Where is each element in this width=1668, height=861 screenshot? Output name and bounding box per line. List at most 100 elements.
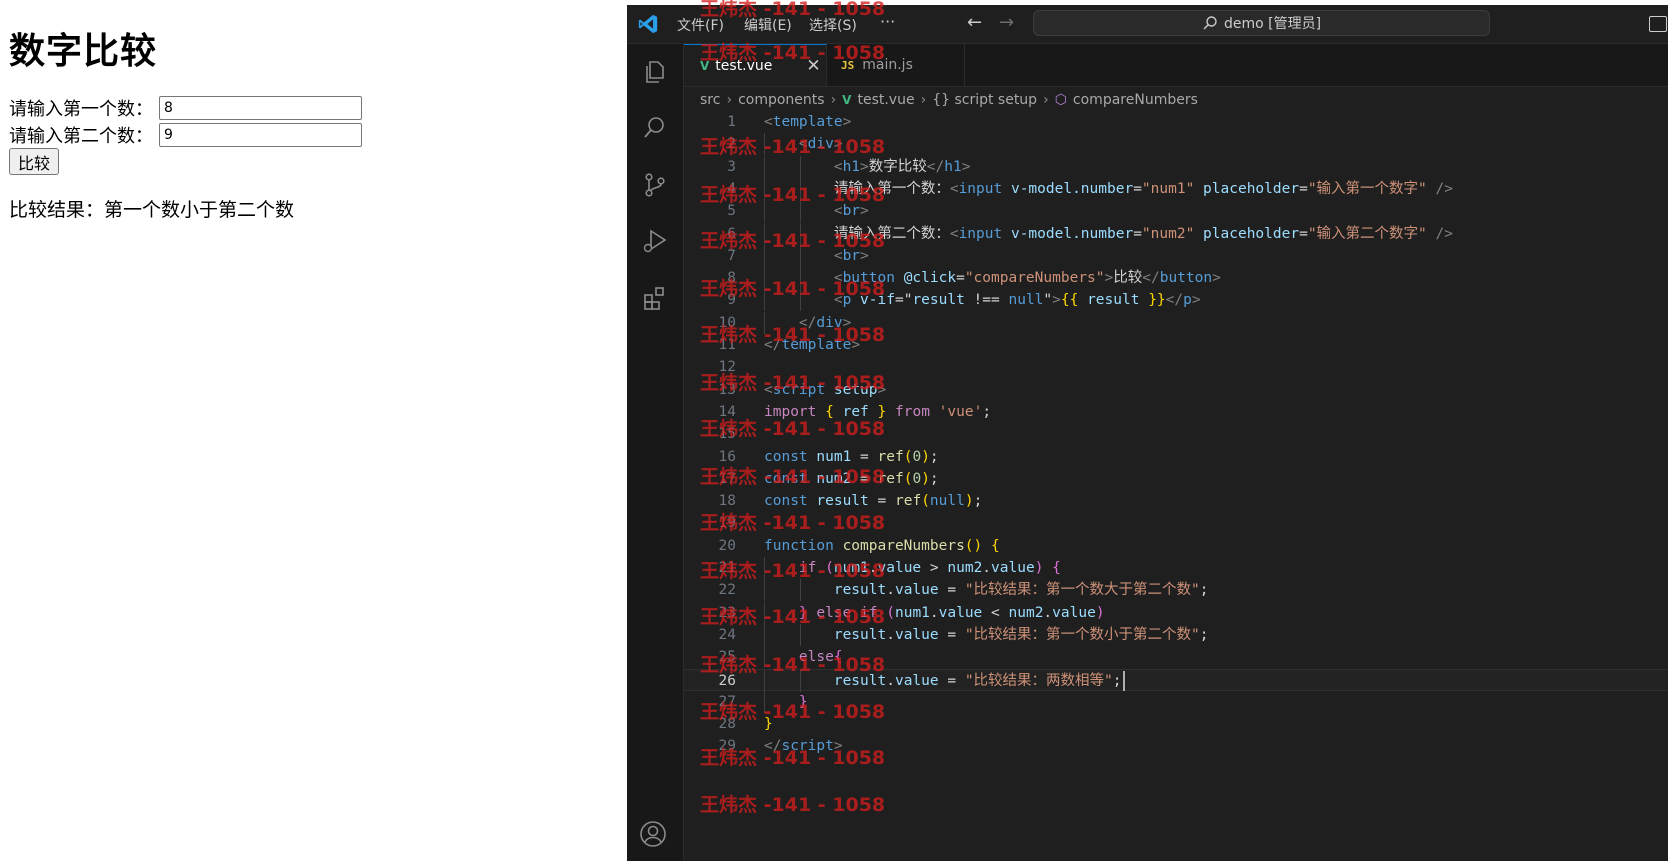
- menu-selection[interactable]: 选择(S): [809, 15, 857, 35]
- code-line: 6 请输入第二个数：<input v-model.number="num2" p…: [684, 222, 1668, 245]
- explorer-icon[interactable]: [641, 58, 669, 86]
- line-number: 11: [718, 337, 736, 353]
- code-line: 2 <div>: [684, 133, 1668, 156]
- line-number: 7: [727, 247, 736, 264]
- breadcrumb-components[interactable]: components: [738, 92, 825, 108]
- tab-test-vue[interactable]: V test.vue ✕: [684, 44, 827, 86]
- code-text: if (num1.value > num2.value) {: [798, 560, 1061, 576]
- tab-main-js[interactable]: JS main.js: [827, 44, 965, 86]
- first-number-input[interactable]: [159, 96, 362, 120]
- breadcrumb-src[interactable]: src: [700, 92, 720, 108]
- code-text: </div>: [798, 314, 852, 331]
- line-number: 19: [718, 515, 736, 532]
- indent-guide: [764, 267, 765, 290]
- indent-guide: [764, 222, 765, 245]
- indent-guide: [764, 311, 765, 334]
- line-number: 21: [718, 560, 736, 576]
- first-number-row: 请输入第一个数：: [9, 95, 362, 121]
- second-number-row: 请输入第二个数：: [9, 122, 362, 148]
- accounts-icon[interactable]: [639, 820, 667, 848]
- line-number: 13: [718, 381, 736, 398]
- code-text: <button @click="compareNumbers">比较</butt…: [833, 270, 1221, 287]
- code-text: <br>: [833, 247, 869, 264]
- line-number: 2: [727, 136, 736, 153]
- breadcrumb-file[interactable]: test.vue: [857, 92, 914, 108]
- vue-icon: V: [700, 58, 710, 73]
- second-number-label: 请输入第二个数：: [9, 126, 153, 147]
- chevron-right-icon: ›: [920, 92, 927, 108]
- extensions-icon[interactable]: [641, 284, 669, 312]
- line-number: 14: [718, 403, 736, 420]
- chevron-right-icon: ›: [726, 92, 733, 108]
- code-text: function compareNumbers() {: [764, 537, 1000, 554]
- text-cursor: [1123, 670, 1125, 691]
- run-debug-icon[interactable]: [641, 227, 669, 255]
- search-sidebar-icon[interactable]: [641, 114, 669, 142]
- code-line: 27 }: [684, 690, 1668, 713]
- indent-guide: [799, 244, 801, 267]
- code-line: 8 <button @click="compareNumbers">比较</bu…: [684, 267, 1668, 290]
- indent-guide: [799, 669, 801, 692]
- code-line: 4 请输入第一个数：<input v-model.number="num1" p…: [684, 177, 1668, 200]
- line-number: 17: [718, 470, 736, 487]
- line-number: 26: [718, 672, 736, 689]
- code-text: <script setup>: [764, 381, 887, 398]
- code-line: 12: [684, 356, 1668, 378]
- indent-guide: [764, 133, 765, 156]
- menu-more[interactable]: ···: [880, 12, 895, 31]
- second-number-input[interactable]: [159, 123, 362, 147]
- code-line: 18 const result = ref(null);: [684, 490, 1668, 512]
- indent-guide: [764, 669, 765, 692]
- comparison-result: 比较结果：第一个数小于第二个数: [9, 199, 295, 221]
- indent-guide: [764, 690, 765, 713]
- code-line: 14 import { ref } from 'vue';: [684, 401, 1668, 423]
- breadcrumb-function[interactable]: compareNumbers: [1073, 92, 1198, 108]
- indent-guide: [764, 601, 765, 624]
- command-center[interactable]: demo [管理员]: [1033, 10, 1490, 36]
- code-text: result.value = "比较结果：第一个数大于第二个数";: [833, 582, 1209, 599]
- indent-guide: [799, 200, 801, 223]
- search-icon: [1203, 16, 1217, 30]
- code-line: 20 function compareNumbers() {: [684, 535, 1668, 557]
- menu-edit[interactable]: 编辑(E): [744, 15, 792, 35]
- tab-label: test.vue: [715, 57, 773, 74]
- code-line: 5 <br>: [684, 200, 1668, 223]
- code-text: const num1 = ref(0);: [764, 448, 939, 465]
- code-line: 22 result.value = "比较结果：第一个数大于第二个数";: [684, 579, 1668, 602]
- code-line: 19: [684, 512, 1668, 534]
- first-number-label: 请输入第一个数：: [9, 99, 153, 120]
- forward-arrow-icon[interactable]: →: [999, 12, 1014, 33]
- back-arrow-icon[interactable]: ←: [967, 12, 982, 33]
- compare-button[interactable]: 比较: [9, 148, 60, 175]
- code-line: 1 <template>: [684, 111, 1668, 133]
- vue-icon: V: [842, 93, 852, 107]
- code-line: 26 result.value = "比较结果：两数相等";: [684, 668, 1668, 692]
- breadcrumb-script-setup[interactable]: {} script setup: [932, 92, 1037, 108]
- code-text: else{: [798, 649, 843, 666]
- menu-file[interactable]: 文件(F): [677, 15, 724, 35]
- code-text: <p v-if="result !== null">{{ result }}</…: [833, 292, 1201, 309]
- layout-toggle-icon[interactable]: [1649, 16, 1667, 32]
- code-editor[interactable]: 1 <template> 2 <div> 3 <h1>数字比较</h1> 4 请输入第一…: [684, 111, 1668, 861]
- indent-guide: [764, 579, 765, 602]
- title-bar: 文件(F) 编辑(E) 选择(S) ··· ← → demo [管理员]: [627, 5, 1668, 44]
- code-text: 请输入第二个数：<input v-model.number="num2" pla…: [833, 225, 1453, 242]
- line-number: 1: [727, 114, 736, 130]
- line-number: 28: [718, 716, 736, 733]
- indent-guide: [764, 623, 765, 646]
- close-icon[interactable]: ✕: [806, 56, 820, 76]
- page-heading: 数字比较: [9, 31, 158, 72]
- command-center-label: demo [管理员]: [1223, 16, 1322, 32]
- line-number: 10: [718, 314, 736, 331]
- code-line: 10 </div>: [684, 311, 1668, 334]
- code-text: <template>: [764, 114, 852, 130]
- code-text: const result = ref(null);: [764, 493, 983, 510]
- indent-guide: [799, 177, 801, 200]
- code-line: 3 <h1>数字比较</h1>: [684, 155, 1668, 178]
- code-line: 29 </script>: [684, 735, 1668, 757]
- vscode-logo-icon: [638, 14, 658, 34]
- indent-guide: [764, 200, 765, 223]
- source-control-icon[interactable]: [641, 171, 669, 199]
- indent-guide: [799, 155, 801, 178]
- line-number: 18: [718, 493, 736, 510]
